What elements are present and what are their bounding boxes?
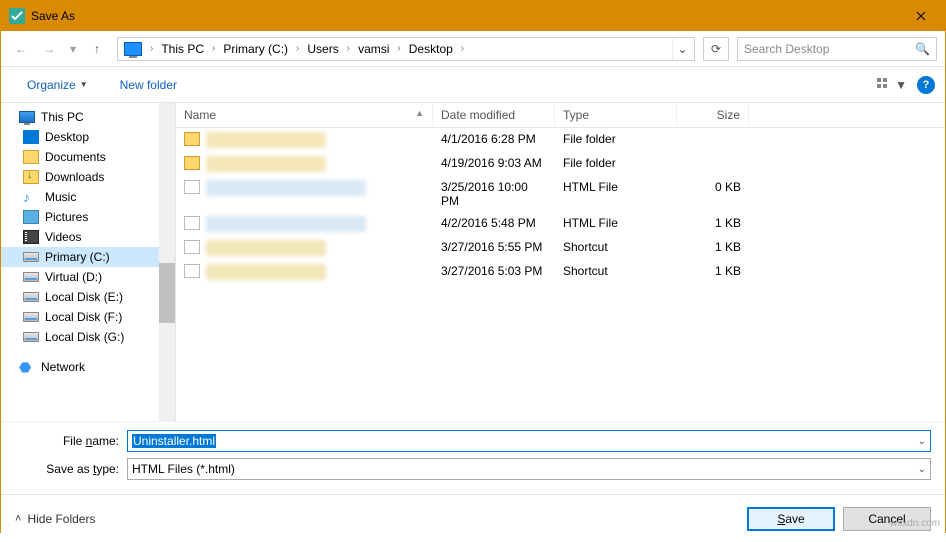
watermark: wsxdn.com [890,518,940,529]
tree-pictures[interactable]: Pictures [1,207,159,227]
redacted-name [206,156,326,172]
redacted-name [206,240,326,256]
drive-icon [23,332,39,342]
chevron-right-icon[interactable]: › [343,43,354,54]
chevron-down-icon[interactable]: ⌄ [918,464,926,475]
file-row[interactable]: 4/2/2016 5:48 PMHTML File1 KB [176,212,945,236]
file-list[interactable]: Name▲ Date modified Type Size 4/1/2016 6… [176,103,945,421]
pc-icon [124,42,142,56]
col-name[interactable]: Name▲ [176,103,433,127]
file-row[interactable]: 3/27/2016 5:03 PMShortcut1 KB [176,260,945,284]
file-row[interactable]: 4/1/2016 6:28 PMFile folder [176,128,945,152]
redacted-name [206,180,366,196]
app-icon [9,8,25,24]
up-button[interactable]: ↑ [85,37,109,61]
chevron-right-icon[interactable]: › [208,43,219,54]
drive-icon [23,292,39,302]
save-button[interactable]: Save [747,507,835,531]
col-size[interactable]: Size [677,103,749,127]
back-button[interactable]: ← [9,37,33,61]
chevron-down-icon[interactable]: ⌄ [918,436,926,447]
tree-local-g[interactable]: Local Disk (G:) [1,327,159,347]
forward-button[interactable]: → [37,37,61,61]
file-icon [184,180,200,194]
window-title: Save As [31,9,898,23]
tree-primary-c[interactable]: Primary (C:) [1,247,159,267]
search-input[interactable]: Search Desktop 🔍 [737,37,937,61]
tree-network[interactable]: ⬣Network [1,357,159,377]
folder-icon [184,132,200,146]
breadcrumb-segment[interactable]: Primary (C:) [219,40,292,58]
breadcrumb-dropdown[interactable]: ⌄ [672,38,692,60]
redacted-name [206,216,366,232]
tree-this-pc[interactable]: This PC [1,107,159,127]
drive-icon [23,312,39,322]
new-folder-button[interactable]: New folder [114,74,183,96]
filetype-label: Save as type: [15,462,127,476]
desktop-icon [23,130,39,144]
chevron-right-icon[interactable]: › [146,43,157,54]
breadcrumb-segment[interactable]: vamsi [354,40,393,58]
toolbar: Organize▼ New folder ▼ ? [1,67,945,103]
drive-icon [23,252,39,262]
file-row[interactable]: 3/27/2016 5:55 PMShortcut1 KB [176,236,945,260]
tree-virtual-d[interactable]: Virtual (D:) [1,267,159,287]
save-fields: File name: Uninstaller.html ⌄ Save as ty… [1,421,945,494]
tree-documents[interactable]: Documents [1,147,159,167]
folder-icon [23,150,39,164]
folder-icon [184,156,200,170]
tree-music[interactable]: ♪Music [1,187,159,207]
refresh-button[interactable]: ⟳ [703,37,729,61]
music-icon: ♪ [23,190,39,204]
nav-tree[interactable]: This PC Desktop Documents Downloads ♪Mus… [1,103,159,421]
chevron-right-icon[interactable]: › [457,43,468,54]
file-icon [184,264,200,278]
breadcrumb-bar[interactable]: › This PC › Primary (C:) › Users › vamsi… [117,37,695,61]
view-options-button[interactable]: ▼ [875,76,909,94]
redacted-name [206,132,326,148]
search-placeholder: Search Desktop [744,42,915,56]
col-date[interactable]: Date modified [433,103,555,127]
chevron-right-icon[interactable]: › [393,43,404,54]
downloads-icon [23,170,39,184]
file-icon [184,240,200,254]
file-icon [184,216,200,230]
search-icon: 🔍 [915,42,930,56]
pictures-icon [23,210,39,224]
drive-icon [23,272,39,282]
organize-menu[interactable]: Organize▼ [21,74,94,96]
breadcrumb-segment[interactable]: Desktop [405,40,457,58]
redacted-name [206,264,326,280]
hide-folders-button[interactable]: ˄ Hide Folders [15,512,95,526]
pc-icon [19,111,35,123]
tree-desktop[interactable]: Desktop [1,127,159,147]
tree-videos[interactable]: Videos [1,227,159,247]
history-dropdown[interactable]: ▾ [65,37,81,61]
titlebar: Save As [1,1,945,31]
close-button[interactable] [898,2,943,30]
filename-label: File name: [15,434,127,448]
chevron-right-icon[interactable]: › [292,43,303,54]
nav-bar: ← → ▾ ↑ › This PC › Primary (C:) › Users… [1,31,945,67]
chevron-up-icon: ˄ [15,513,21,525]
videos-icon [23,230,39,244]
tree-local-e[interactable]: Local Disk (E:) [1,287,159,307]
col-type[interactable]: Type [555,103,677,127]
breadcrumb-segment[interactable]: This PC [157,40,208,58]
body: This PC Desktop Documents Downloads ♪Mus… [1,103,945,421]
filetype-combo[interactable]: HTML Files (*.html) ⌄ [127,458,931,480]
tree-scrollbar[interactable] [159,103,175,421]
footer: ˄ Hide Folders Save Cancel [1,494,945,542]
breadcrumb-segment[interactable]: Users [303,40,342,58]
filename-input[interactable]: Uninstaller.html ⌄ [127,430,931,452]
tree-local-f[interactable]: Local Disk (F:) [1,307,159,327]
tree-downloads[interactable]: Downloads [1,167,159,187]
column-headers[interactable]: Name▲ Date modified Type Size [176,103,945,128]
help-button[interactable]: ? [917,76,935,94]
network-icon: ⬣ [19,360,35,374]
file-row[interactable]: 3/25/2016 10:00 PMHTML File0 KB [176,176,945,212]
file-row[interactable]: 4/19/2016 9:03 AMFile folder [176,152,945,176]
